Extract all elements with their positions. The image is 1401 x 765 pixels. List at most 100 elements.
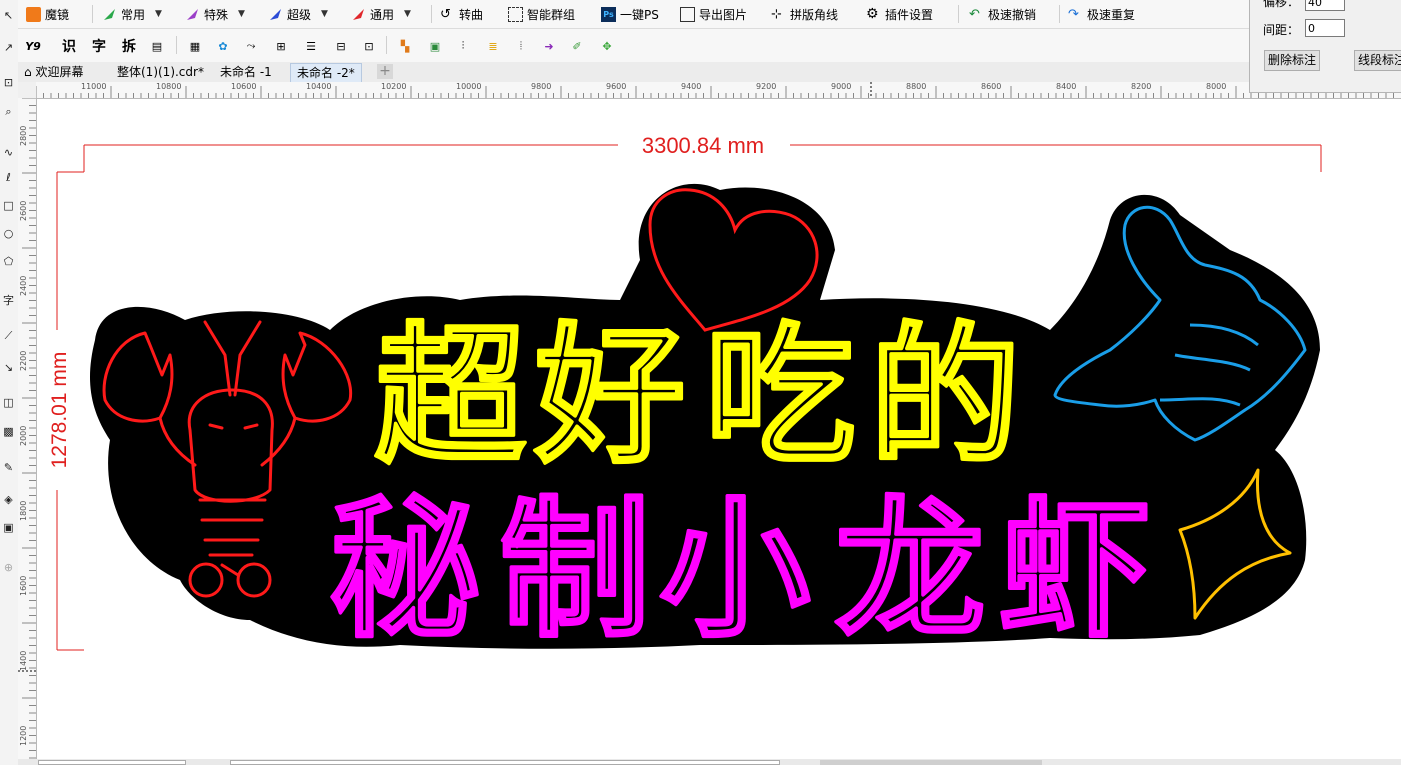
lines-icon[interactable]: ☰ <box>302 37 320 55</box>
pen-blue-icon <box>268 7 283 22</box>
connector-tool-icon[interactable]: ↘ <box>1 360 16 375</box>
mirror-menu[interactable]: 魔镜 <box>26 4 69 24</box>
text-button[interactable]: 字 <box>90 37 108 55</box>
rectangle-tool-icon[interactable]: □ <box>1 198 16 213</box>
ellipse-tool-icon[interactable]: ○ <box>1 226 16 241</box>
delete-dimension-button[interactable]: 删除标注 <box>1264 50 1321 71</box>
plugin-settings-button[interactable]: ⚙ 插件设置 <box>866 4 933 24</box>
flower-icon[interactable]: ✿ <box>214 37 232 55</box>
tab-doc-2[interactable]: 未命名 -1 <box>214 63 278 81</box>
parallel-dimension-icon[interactable]: ⟋ <box>1 328 16 343</box>
gear-icon: ⚙ <box>866 5 879 22</box>
v-ruler-label: 2000 <box>19 425 28 446</box>
h-ruler-label: 9800 <box>531 82 552 91</box>
h-ruler-label: 8800 <box>906 82 927 91</box>
left-toolbox: ↖ ↗ ⊡ ⌕ ∿ ℓ □ ○ ⬠ 字 ⟋ ↘ ◫ ▩ ✎ ◈ ▣ ⊕ <box>0 0 19 765</box>
v-ruler-label: 2600 <box>19 200 28 221</box>
new-tab-button[interactable]: + <box>377 64 393 79</box>
puzzle-icon[interactable]: ✥ <box>598 37 616 55</box>
recognize-button[interactable]: 识 <box>60 37 78 55</box>
undo-icon: ↶ <box>969 6 980 22</box>
interactive-fill-icon[interactable]: ◈ <box>1 492 16 507</box>
line1-char-4: 的 <box>870 310 1020 484</box>
plugin-menubar: 魔镜 常用 ▼ 特殊 ▼ 超级 ▼ 通用 ▼ ↺ 转曲 智能群组 Ps 一键PS 导出图… <box>18 0 1250 29</box>
separator <box>431 5 432 23</box>
crop-marks-button[interactable]: ⊹ 拼版角线 <box>771 4 838 24</box>
scrollbar-thumb[interactable] <box>820 760 1042 765</box>
pick-tool-icon[interactable]: ↖ <box>1 8 16 23</box>
h-ruler-label: 8200 <box>1131 82 1152 91</box>
chevron-down-icon: ▼ <box>238 9 245 19</box>
separator <box>958 5 959 23</box>
split-button[interactable]: 拆 <box>120 37 138 55</box>
pen-green-icon <box>102 7 117 22</box>
special-menu[interactable]: 特殊 ▼ <box>185 4 245 24</box>
trace-icon[interactable]: ⤳ <box>242 37 260 55</box>
picture-icon[interactable]: ▣ <box>426 37 444 55</box>
list-icon[interactable]: ≣ <box>484 37 502 55</box>
line2-char-4: 龙 <box>835 484 985 658</box>
artistic-media-icon[interactable]: ℓ <box>1 170 16 185</box>
one-click-ps-button[interactable]: Ps 一键PS <box>601 4 659 24</box>
zoom-tool-icon[interactable]: ⌕ <box>1 104 16 119</box>
horizontal-scrollbar[interactable] <box>230 760 780 765</box>
fast-redo-button[interactable]: ↷ 极速重复 <box>1068 4 1135 24</box>
pen-purple-icon <box>185 7 200 22</box>
polygon-tool-icon[interactable]: ⬠ <box>1 254 16 269</box>
width-dimension-label: 3300.84 mm <box>642 133 764 158</box>
offset-input[interactable]: 40 <box>1305 0 1345 11</box>
headline-line-2[interactable]: 秘 制 小 龙 虾 <box>328 482 1152 660</box>
fast-undo-button[interactable]: ↶ 极速撤销 <box>969 4 1036 24</box>
tab-doc-3[interactable]: 未命名 -2* <box>290 63 362 82</box>
arrow-icon[interactable]: ➜ <box>540 37 558 55</box>
spacing-input[interactable]: 0 <box>1305 19 1345 37</box>
y9-logo-icon[interactable]: Y9 <box>24 37 42 55</box>
horizontal-ruler[interactable]: 11000 10800 10600 10400 10200 10000 9800 9600 94… <box>36 82 1401 99</box>
general-menu[interactable]: 通用 ▼ <box>351 4 411 24</box>
copy-icon[interactable]: ▤ <box>148 37 166 55</box>
v-ruler-label: 1800 <box>19 500 28 521</box>
h-ruler-label: 9200 <box>756 82 777 91</box>
transparency-tool-icon[interactable]: ▩ <box>1 424 16 439</box>
align-icon[interactable]: ⊞ <box>272 37 290 55</box>
ruler-corner[interactable] <box>18 82 37 99</box>
distribute-icon[interactable]: ⊟ <box>332 37 350 55</box>
tab-welcome[interactable]: ⌂ 欢迎屏幕 <box>18 63 89 81</box>
h-ruler-label: 10000 <box>456 82 482 91</box>
ruler-icon[interactable]: ⫶ <box>454 37 472 55</box>
home-icon: ⌂ <box>24 65 32 79</box>
add-tool-icon[interactable]: ⊕ <box>1 560 16 575</box>
page-navigator-bar[interactable] <box>18 759 1401 765</box>
shape-tool-icon[interactable]: ↗ <box>1 40 16 55</box>
neon-sign-artwork[interactable]: 3300.84 mm 1278.01 mm 超 好 吃 的 秘 制 小 龙 虾 <box>37 99 1401 759</box>
smart-group-button[interactable]: 智能群组 <box>508 4 575 24</box>
boxes-icon[interactable]: ▚ <box>396 37 414 55</box>
h-ruler-label: 9000 <box>831 82 852 91</box>
crop-tool-icon[interactable]: ⊡ <box>1 75 16 90</box>
text-tool-icon[interactable]: 字 <box>1 292 16 307</box>
eyedropper-tool-icon[interactable]: ✎ <box>1 460 16 475</box>
group-icon <box>508 6 523 22</box>
to-curve-button[interactable]: ↺ 转曲 <box>440 4 483 24</box>
smart-fill-icon[interactable]: ▣ <box>1 520 16 535</box>
barcode-icon[interactable]: ⦙ <box>512 37 530 55</box>
drawing-canvas[interactable]: 3300.84 mm 1278.01 mm 超 好 吃 的 秘 制 小 龙 虾 <box>37 99 1401 759</box>
brush-icon[interactable]: ✐ <box>568 37 586 55</box>
page-selector[interactable] <box>38 760 186 765</box>
select-frame-icon[interactable]: ⊡ <box>360 37 378 55</box>
separator <box>386 36 387 54</box>
table-icon[interactable]: ▦ <box>186 37 204 55</box>
super-menu[interactable]: 超级 ▼ <box>268 4 328 24</box>
tab-doc-1[interactable]: 整体(1)(1).cdr* <box>111 63 210 81</box>
vertical-ruler[interactable]: 2800 2600 2400 2200 2000 1800 1600 1400 1200 <box>18 98 37 765</box>
dimension-docker-panel: 偏移： 40 间距： 0 删除标注 线段标注 <box>1249 0 1401 93</box>
common-menu[interactable]: 常用 ▼ <box>102 4 162 24</box>
document-tabs: ⌂ 欢迎屏幕 整体(1)(1).cdr* 未命名 -1 未命名 -2* + <box>18 62 1401 83</box>
line1-char-2: 好 <box>534 310 685 484</box>
freehand-tool-icon[interactable]: ∿ <box>1 145 16 160</box>
h-ruler-label: 9600 <box>606 82 627 91</box>
shadow-tool-icon[interactable]: ◫ <box>1 395 16 410</box>
segment-dimension-button[interactable]: 线段标注 <box>1354 50 1401 71</box>
redo-icon: ↷ <box>1068 6 1079 22</box>
export-image-button[interactable]: 导出图片 <box>680 4 747 24</box>
